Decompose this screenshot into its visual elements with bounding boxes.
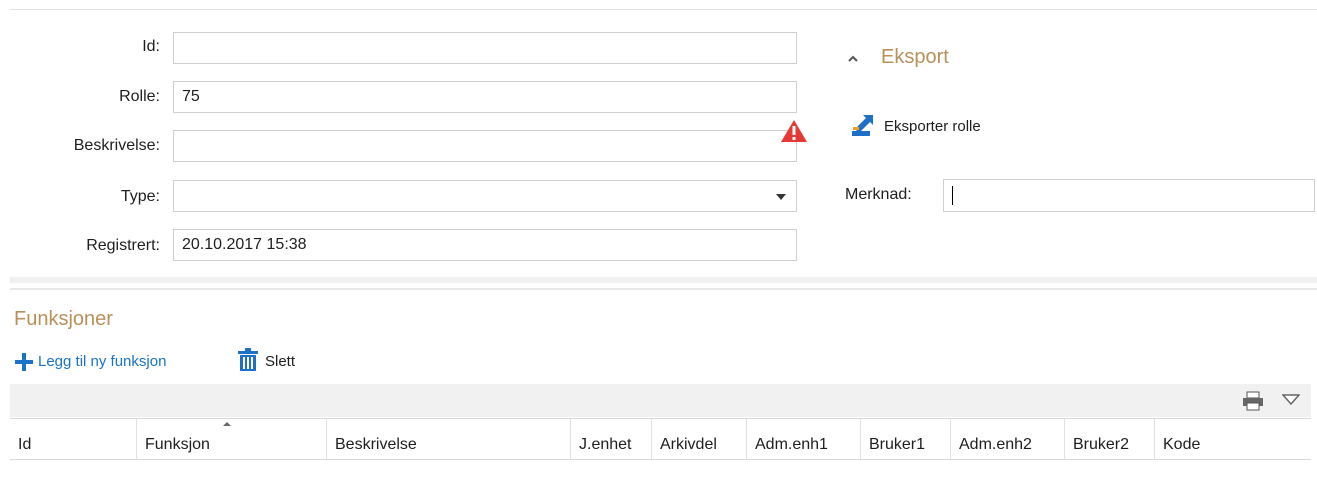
funksjoner-title: Funksjoner xyxy=(14,308,113,330)
type-label: Type: xyxy=(120,188,160,205)
column-header-id[interactable]: Id xyxy=(10,419,136,459)
registrert-label: Registrert: xyxy=(86,237,160,254)
beskrivelse-input[interactable] xyxy=(173,130,797,162)
chevron-down-icon xyxy=(776,194,786,200)
export-icon xyxy=(852,115,873,136)
type-select[interactable] xyxy=(173,180,797,212)
registrert-input[interactable] xyxy=(173,229,797,261)
add-funksjon-button[interactable]: Legg til ny funksjon xyxy=(14,350,219,374)
grid-toolbar xyxy=(10,384,1311,417)
column-header-jenhet[interactable]: J.enhet xyxy=(570,419,651,459)
eksporter-rolle-label: Eksporter rolle xyxy=(884,118,981,135)
grid-header: Id Funksjon Beskrivelse J.enhet Arkivdel… xyxy=(10,418,1311,460)
column-header-bruker2[interactable]: Bruker2 xyxy=(1064,419,1154,459)
column-header-arkivdel[interactable]: Arkivdel xyxy=(651,419,746,459)
slett-button[interactable]: Slett xyxy=(237,348,317,374)
id-label: Id: xyxy=(142,38,160,55)
column-header-beskrivelse[interactable]: Beskrivelse xyxy=(326,419,570,459)
chevron-up-icon[interactable] xyxy=(847,54,859,64)
rolle-input[interactable] xyxy=(173,81,797,113)
warning-icon xyxy=(781,120,807,142)
add-funksjon-label: Legg til ny funksjon xyxy=(38,353,167,370)
beskrivelse-label: Beskrivelse: xyxy=(73,137,160,154)
slett-label: Slett xyxy=(265,353,296,370)
column-header-kode[interactable]: Kode xyxy=(1154,419,1311,459)
text-cursor xyxy=(952,186,953,205)
dropdown-triangle-icon[interactable] xyxy=(1282,394,1300,406)
trash-icon xyxy=(238,348,258,371)
print-icon[interactable] xyxy=(1242,391,1264,411)
column-header-admenh1[interactable]: Adm.enh1 xyxy=(746,419,860,459)
rolle-label: Rolle: xyxy=(119,88,160,105)
eksport-title[interactable]: Eksport xyxy=(881,46,949,69)
merknad-label: Merknad: xyxy=(845,186,912,203)
section-divider xyxy=(10,277,1317,283)
section-divider-line xyxy=(10,288,1317,290)
plus-icon xyxy=(15,353,33,371)
column-header-funksjon[interactable]: Funksjon xyxy=(136,419,326,459)
column-header-admenh2[interactable]: Adm.enh2 xyxy=(950,419,1064,459)
merknad-input[interactable] xyxy=(943,179,1315,212)
top-divider xyxy=(10,9,1317,10)
column-header-bruker1[interactable]: Bruker1 xyxy=(860,419,950,459)
id-input[interactable] xyxy=(173,32,797,64)
